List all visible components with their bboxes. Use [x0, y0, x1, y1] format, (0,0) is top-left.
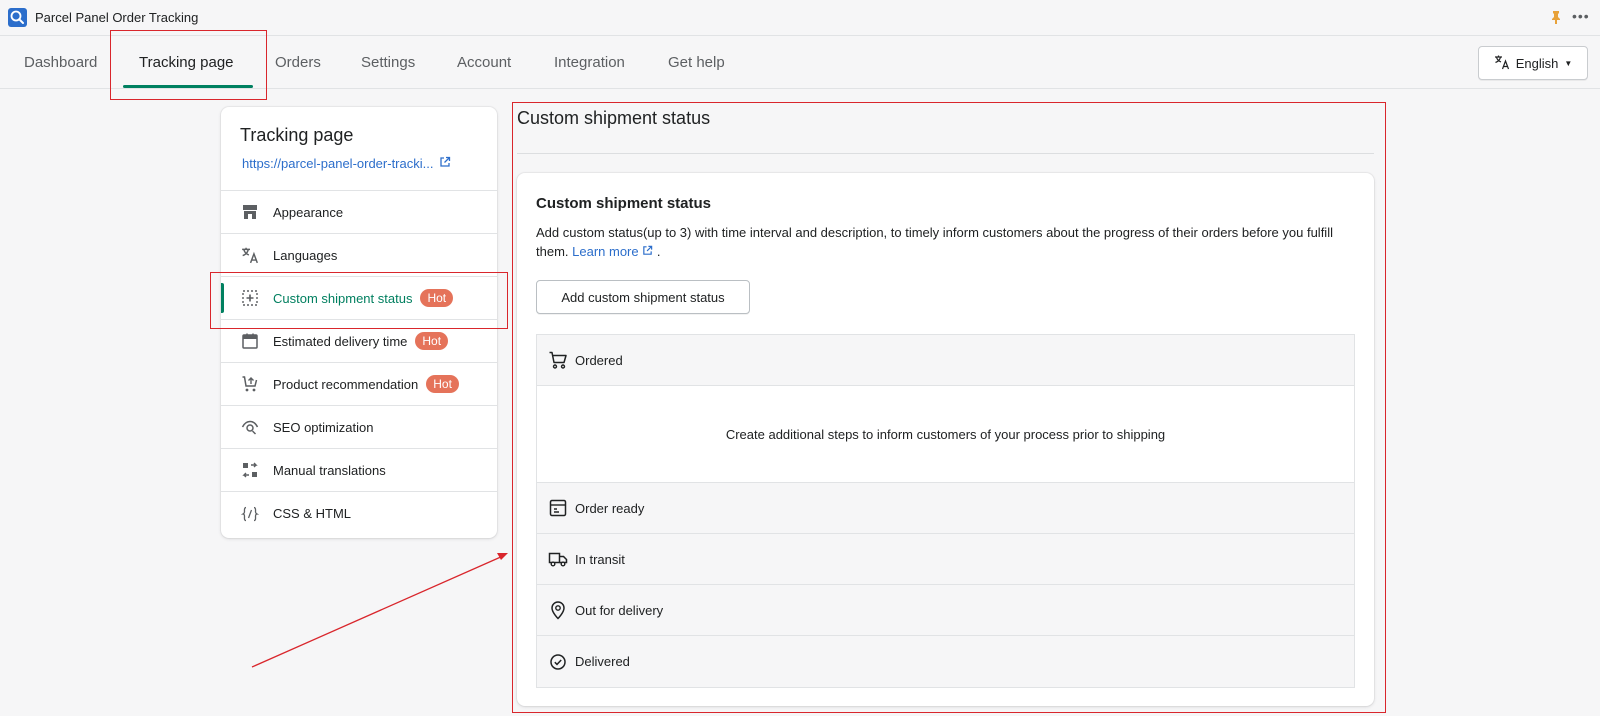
tab-orders[interactable]: Orders	[275, 37, 321, 89]
status-row-ordered: Ordered	[537, 335, 1354, 386]
tracking-page-url-link[interactable]: https://parcel-panel-order-tracki...	[242, 156, 451, 171]
card-title: Custom shipment status	[536, 195, 712, 212]
sidebar-item-appearance[interactable]: Appearance	[221, 191, 497, 234]
cart-up-icon	[240, 374, 260, 394]
tab-tracking-page[interactable]: Tracking page	[139, 37, 234, 89]
translate-icon	[240, 245, 260, 265]
status-row-delivered: Delivered	[537, 636, 1354, 687]
language-label: English	[1515, 55, 1559, 71]
learn-more-link[interactable]: Learn more	[572, 244, 653, 259]
sidebar-item-label: Estimated delivery time	[273, 333, 408, 349]
tracking-page-url: https://parcel-panel-order-tracki...	[242, 156, 434, 171]
divider	[517, 153, 1374, 154]
sidebar-item-css-html[interactable]: CSS & HTML	[221, 492, 497, 535]
add-square-icon	[240, 288, 260, 308]
app-title: Parcel Panel Order Tracking	[35, 10, 199, 25]
check-circle-icon	[547, 651, 569, 673]
sidebar-item-product-recommendation[interactable]: Product recommendation Hot	[221, 363, 497, 406]
sidebar-item-label: Manual translations	[273, 462, 386, 478]
truck-icon	[547, 548, 569, 570]
hot-badge: Hot	[426, 375, 459, 393]
status-label: Delivered	[575, 654, 630, 669]
sidebar-item-label: Custom shipment status	[273, 290, 413, 306]
sidebar-item-languages[interactable]: Languages	[221, 234, 497, 277]
sidebar-title: Tracking page	[240, 125, 354, 145]
tab-get-help[interactable]: Get help	[668, 37, 725, 89]
sidebar-item-label: Appearance	[273, 204, 344, 220]
status-row-out-for-delivery: Out for delivery	[537, 585, 1354, 636]
status-label: In transit	[575, 551, 625, 567]
box-icon	[547, 497, 569, 519]
location-pin-icon	[547, 599, 569, 621]
description-end: .	[656, 244, 661, 259]
cart-icon	[547, 349, 569, 371]
search-icon	[8, 8, 27, 27]
hot-badge: Hot	[420, 289, 454, 307]
sidebar-item-label: Product recommendation	[273, 376, 419, 392]
sidebar-item-manual-translations[interactable]: Manual translations	[221, 449, 497, 492]
sidebar-item-label: SEO optimization	[273, 419, 374, 435]
swap-icon	[240, 460, 260, 480]
custom-shipment-status-card: Custom shipment status Add custom status…	[517, 173, 1374, 706]
tab-account[interactable]: Account	[457, 37, 511, 89]
sidebar-menu: Appearance Languages Custom shipment sta…	[221, 191, 497, 535]
tab-dashboard[interactable]: Dashboard	[24, 37, 97, 89]
description-text: Add custom status(up to 3) with time int…	[536, 225, 1333, 259]
status-label: Out for delivery	[575, 602, 664, 618]
translate-icon	[1494, 54, 1510, 73]
page-title: Custom shipment status	[517, 108, 711, 128]
status-label: Order ready	[575, 500, 645, 516]
pin-icon[interactable]	[1550, 10, 1562, 29]
code-icon	[240, 504, 260, 524]
sidebar-item-estimated-delivery-time[interactable]: Estimated delivery time Hot	[221, 320, 497, 363]
sidebar-item-label: CSS & HTML	[273, 506, 352, 521]
status-label: Ordered	[575, 352, 623, 368]
sidebar-item-seo-optimization[interactable]: SEO optimization	[221, 406, 497, 449]
main-navigation: Dashboard Tracking page Orders Settings …	[0, 37, 1600, 89]
tab-integration[interactable]: Integration	[554, 37, 625, 89]
card-description: Add custom status(up to 3) with time int…	[536, 223, 1356, 261]
status-row-order-ready: Order ready	[537, 483, 1354, 534]
sidebar-item-label: Languages	[273, 247, 338, 263]
status-row-in-transit: In transit	[537, 534, 1354, 585]
shipment-status-list: Ordered Create additional steps to infor…	[536, 334, 1355, 688]
external-link-icon	[643, 245, 653, 255]
window-titlebar: Parcel Panel Order Tracking •••	[0, 0, 1600, 36]
eye-icon	[240, 417, 260, 437]
more-options-icon[interactable]: •••	[1572, 9, 1590, 23]
empty-state-message: Create additional steps to inform custom…	[537, 386, 1354, 483]
calendar-icon	[240, 331, 260, 351]
language-selector[interactable]: English ▼	[1478, 46, 1588, 80]
add-custom-shipment-status-button[interactable]: Add custom shipment status	[536, 280, 750, 314]
external-link-icon	[439, 156, 451, 171]
tab-settings[interactable]: Settings	[361, 37, 415, 89]
active-tab-indicator	[123, 85, 253, 88]
caret-down-icon: ▼	[1564, 58, 1573, 68]
hot-badge: Hot	[415, 332, 449, 350]
sidebar-item-custom-shipment-status[interactable]: Custom shipment status Hot	[221, 277, 497, 320]
store-icon	[240, 202, 260, 222]
tracking-page-sidebar: Tracking page https://parcel-panel-order…	[221, 107, 497, 538]
